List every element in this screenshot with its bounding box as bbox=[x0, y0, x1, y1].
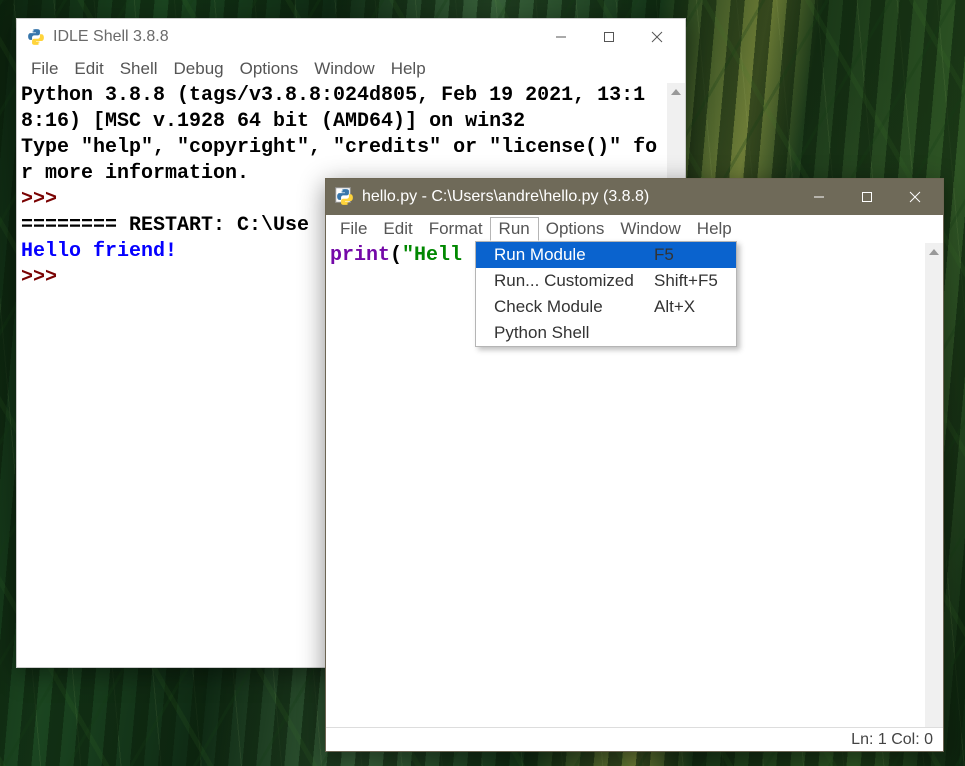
menu-options[interactable]: Options bbox=[232, 58, 307, 80]
menuitem-label: Python Shell bbox=[494, 323, 634, 343]
menu-debug[interactable]: Debug bbox=[166, 58, 232, 80]
token-string: "Hell bbox=[402, 244, 462, 267]
editor-titlebar[interactable]: hello.py - C:\Users\andre\hello.py (3.8.… bbox=[326, 179, 943, 215]
menuitem-accel: Alt+X bbox=[654, 297, 695, 317]
menuitem-label: Run... Customized bbox=[494, 271, 634, 291]
minimize-button[interactable] bbox=[537, 19, 585, 55]
editor-window-controls bbox=[795, 179, 939, 215]
idle-editor-window: hello.py - C:\Users\andre\hello.py (3.8.… bbox=[325, 178, 944, 752]
menu-format[interactable]: Format bbox=[421, 218, 491, 240]
shell-titlebar[interactable]: IDLE Shell 3.8.8 bbox=[17, 19, 685, 55]
python-file-icon bbox=[336, 188, 354, 206]
menu-file[interactable]: File bbox=[332, 218, 375, 240]
menuitem-accel: Shift+F5 bbox=[654, 271, 718, 291]
menu-edit[interactable]: Edit bbox=[66, 58, 111, 80]
menuitem-label: Run Module bbox=[494, 245, 634, 265]
scroll-up-icon[interactable] bbox=[925, 243, 943, 261]
prompt: >>> bbox=[21, 266, 69, 289]
shell-window-controls bbox=[537, 19, 681, 55]
menu-help[interactable]: Help bbox=[383, 58, 434, 80]
editor-title: hello.py - C:\Users\andre\hello.py (3.8.… bbox=[362, 188, 795, 206]
menuitem-run-module[interactable]: Run Module F5 bbox=[476, 242, 736, 268]
maximize-button[interactable] bbox=[585, 19, 633, 55]
scroll-up-icon[interactable] bbox=[667, 83, 685, 101]
editor-statusbar: Ln: 1 Col: 0 bbox=[326, 727, 943, 751]
menu-window[interactable]: Window bbox=[306, 58, 382, 80]
menu-shell[interactable]: Shell bbox=[112, 58, 166, 80]
cursor-position: Ln: 1 Col: 0 bbox=[851, 731, 933, 749]
editor-client: print("Hell Run Module F5 Run... Customi… bbox=[326, 243, 943, 727]
editor-scrollbar[interactable] bbox=[925, 243, 943, 727]
maximize-button[interactable] bbox=[843, 179, 891, 215]
run-dropdown-menu: Run Module F5 Run... Customized Shift+F5… bbox=[475, 241, 737, 347]
minimize-button[interactable] bbox=[795, 179, 843, 215]
python-icon bbox=[27, 28, 45, 46]
menuitem-label: Check Module bbox=[494, 297, 634, 317]
menuitem-python-shell[interactable]: Python Shell bbox=[476, 320, 736, 346]
token-builtin: print bbox=[330, 244, 390, 267]
restart-line: ======== RESTART: C:\Use bbox=[21, 214, 309, 237]
shell-title: IDLE Shell 3.8.8 bbox=[53, 28, 537, 46]
menu-options[interactable]: Options bbox=[538, 218, 613, 240]
shell-menubar: File Edit Shell Debug Options Window Hel… bbox=[17, 55, 685, 83]
prompt: >>> bbox=[21, 188, 69, 211]
menuitem-check-module[interactable]: Check Module Alt+X bbox=[476, 294, 736, 320]
menu-file[interactable]: File bbox=[23, 58, 66, 80]
token-punct: ( bbox=[390, 244, 402, 267]
menuitem-accel: F5 bbox=[654, 245, 674, 265]
stdout-line: Hello friend! bbox=[21, 240, 177, 263]
menu-edit[interactable]: Edit bbox=[375, 218, 420, 240]
menu-window[interactable]: Window bbox=[612, 218, 688, 240]
close-button[interactable] bbox=[891, 179, 939, 215]
editor-menubar: File Edit Format Run Options Window Help bbox=[326, 215, 943, 243]
menu-help[interactable]: Help bbox=[689, 218, 740, 240]
menu-run[interactable]: Run bbox=[490, 217, 539, 241]
close-button[interactable] bbox=[633, 19, 681, 55]
banner-line: Python 3.8.8 (tags/v3.8.8:024d805, Feb 1… bbox=[21, 84, 645, 133]
menuitem-run-customized[interactable]: Run... Customized Shift+F5 bbox=[476, 268, 736, 294]
